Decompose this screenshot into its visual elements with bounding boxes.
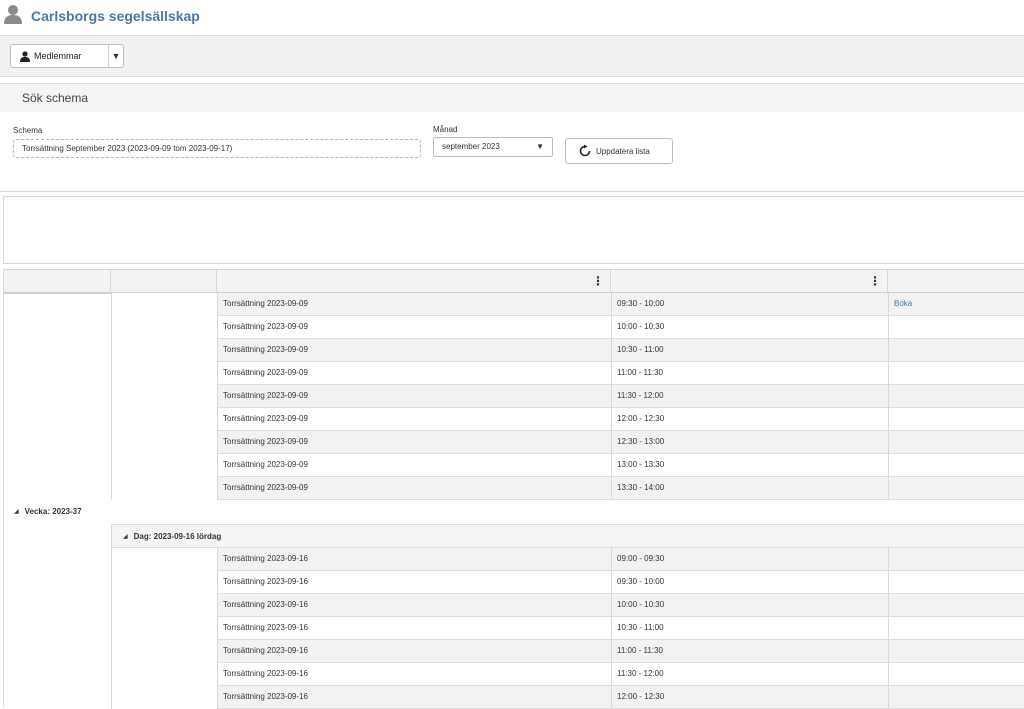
update-list-button[interactable]: Uppdatera lista — [565, 138, 673, 164]
club-title[interactable]: Carlsborgs segelsällskap — [31, 8, 200, 24]
user-icon — [4, 5, 22, 24]
filter-area: Schema Torrsättning September 2023 (2023… — [0, 112, 1024, 192]
cell-name: Torrsättning 2023-09-16 — [223, 646, 308, 655]
cell-name: Torrsättning 2023-09-16 — [223, 692, 308, 701]
cell-time: 11:30 - 12:00 — [617, 391, 664, 400]
table-row: Torrsättning 2023-09-09 11:30 - 12:00 — [217, 385, 1024, 408]
table-row: Torrsättning 2023-09-09 10:30 - 11:00 — [217, 339, 1024, 362]
column-divider — [111, 293, 112, 500]
day-label: Dag: 2023-09-16 lördag — [133, 532, 222, 541]
column-divider — [111, 524, 112, 709]
day-group-row[interactable]: ◢ Dag: 2023-09-16 lördag — [111, 524, 1024, 548]
column-menu-icon[interactable]: ⋮ — [592, 274, 604, 288]
toolbar: Medlemmar ▼ — [0, 35, 1024, 77]
cell-name: Torrsättning 2023-09-09 — [223, 345, 308, 354]
table-row: Torrsättning 2023-09-09 12:30 - 13:00 — [217, 431, 1024, 454]
schema-label: Schema — [13, 126, 43, 135]
cell-time: 11:00 - 11:30 — [617, 646, 663, 655]
column-divider — [888, 548, 889, 709]
members-button[interactable]: Medlemmar — [11, 45, 109, 67]
table-row: Torrsättning 2023-09-09 09:30 - 10:00 Boka — [217, 293, 1024, 316]
table-row: Torrsättning 2023-09-16 09:00 - 09:30 — [217, 548, 1024, 571]
column-divider — [888, 293, 889, 500]
header-col-time: ⋮ — [611, 270, 888, 293]
cell-name: Torrsättning 2023-09-09 — [223, 322, 308, 331]
month-label: Månad — [433, 125, 458, 134]
month-select[interactable]: september 2023 ▼ — [433, 137, 553, 157]
search-schedule-title: Sök schema — [22, 91, 89, 105]
cell-time: 13:00 - 13:30 — [617, 460, 665, 469]
cell-name: Torrsättning 2023-09-16 — [223, 577, 308, 586]
cell-name: Torrsättning 2023-09-09 — [223, 414, 308, 423]
week-group-row[interactable]: ◢ Vecka: 2023-37 — [4, 500, 1024, 524]
column-divider — [611, 548, 612, 709]
book-link[interactable]: Boka — [894, 299, 912, 308]
table-row: Torrsättning 2023-09-09 10:00 - 10:30 — [217, 316, 1024, 339]
table-row: Torrsättning 2023-09-09 13:30 - 14:00 — [217, 477, 1024, 500]
cell-name: Torrsättning 2023-09-16 — [223, 554, 308, 563]
table-row: Torrsättning 2023-09-16 10:30 - 11:00 — [217, 617, 1024, 640]
chevron-down-icon: ▼ — [536, 142, 544, 151]
week-label: Vecka: 2023-37 — [24, 507, 82, 516]
table-row: Torrsättning 2023-09-09 11:00 - 11:30 — [217, 362, 1024, 385]
table-row: Torrsättning 2023-09-16 12:00 - 12:30 — [217, 686, 1024, 709]
cell-time: 13:30 - 14:00 — [617, 483, 665, 492]
table-row: Torrsättning 2023-09-16 11:00 - 11:30 — [217, 640, 1024, 663]
cell-time: 10:00 - 10:30 — [617, 600, 665, 609]
column-divider — [217, 548, 218, 709]
cell-time: 12:00 - 12:30 — [617, 692, 665, 701]
column-divider — [611, 293, 612, 500]
schedule-grid: ⋮ ⋮ Torrsättning 2023-09-09 09:30 - 10:00… — [3, 269, 1024, 709]
header-col-day — [111, 270, 217, 293]
cell-time: 10:00 - 10:30 — [617, 322, 665, 331]
caret-down-icon: ▼ — [111, 51, 121, 61]
cell-time: 11:30 - 12:00 — [617, 669, 664, 678]
schema-field[interactable]: Torrsättning September 2023 (2023-09-09 … — [13, 139, 421, 158]
grid-header: ⋮ ⋮ — [4, 269, 1024, 293]
cell-name: Torrsättning 2023-09-09 — [223, 437, 308, 446]
info-panel — [3, 196, 1024, 264]
collapse-icon[interactable]: ◢ — [14, 500, 19, 524]
members-dropdown-toggle[interactable]: ▼ — [109, 45, 123, 67]
collapse-icon[interactable]: ◢ — [123, 525, 128, 549]
cell-name: Torrsättning 2023-09-09 — [223, 460, 308, 469]
app-header: Carlsborgs segelsällskap — [0, 0, 1024, 34]
cell-name: Torrsättning 2023-09-09 — [223, 368, 308, 377]
cell-time: 10:30 - 11:00 — [617, 623, 664, 632]
refresh-icon — [579, 144, 591, 157]
search-schedule-header: Sök schema — [0, 83, 1024, 113]
cell-time: 11:00 - 11:30 — [617, 368, 663, 377]
person-icon — [20, 50, 30, 62]
cell-name: Torrsättning 2023-09-16 — [223, 600, 308, 609]
week-column — [4, 293, 111, 500]
cell-name: Torrsättning 2023-09-09 — [223, 391, 308, 400]
month-value: september 2023 — [442, 142, 500, 151]
cell-time: 10:30 - 11:00 — [617, 345, 664, 354]
column-menu-icon[interactable]: ⋮ — [869, 274, 881, 288]
cell-name: Torrsättning 2023-09-09 — [223, 299, 308, 308]
cell-time: 12:00 - 12:30 — [617, 414, 665, 423]
header-col-action — [888, 270, 1024, 293]
update-list-label: Uppdatera lista — [596, 146, 650, 156]
cell-time: 12:30 - 13:00 — [617, 437, 665, 446]
header-col-name: ⋮ — [217, 270, 611, 293]
column-divider — [217, 293, 218, 500]
members-label: Medlemmar — [34, 51, 82, 61]
cell-name: Torrsättning 2023-09-16 — [223, 623, 308, 632]
cell-time: 09:30 - 10:00 — [617, 577, 665, 586]
members-menu-button[interactable]: Medlemmar ▼ — [10, 44, 124, 68]
cell-action: Boka — [894, 293, 912, 315]
table-row: Torrsättning 2023-09-09 12:00 - 12:30 — [217, 408, 1024, 431]
cell-time: 09:00 - 09:30 — [617, 554, 665, 563]
header-col-week — [4, 270, 111, 293]
cell-name: Torrsättning 2023-09-16 — [223, 669, 308, 678]
table-row: Torrsättning 2023-09-16 11:30 - 12:00 — [217, 663, 1024, 686]
cell-time: 09:30 - 10:00 — [617, 299, 665, 308]
table-row: Torrsättning 2023-09-09 13:00 - 13:30 — [217, 454, 1024, 477]
table-row: Torrsättning 2023-09-16 10:00 - 10:30 — [217, 594, 1024, 617]
table-row: Torrsättning 2023-09-16 09:30 - 10:00 — [217, 571, 1024, 594]
cell-name: Torrsättning 2023-09-09 — [223, 483, 308, 492]
